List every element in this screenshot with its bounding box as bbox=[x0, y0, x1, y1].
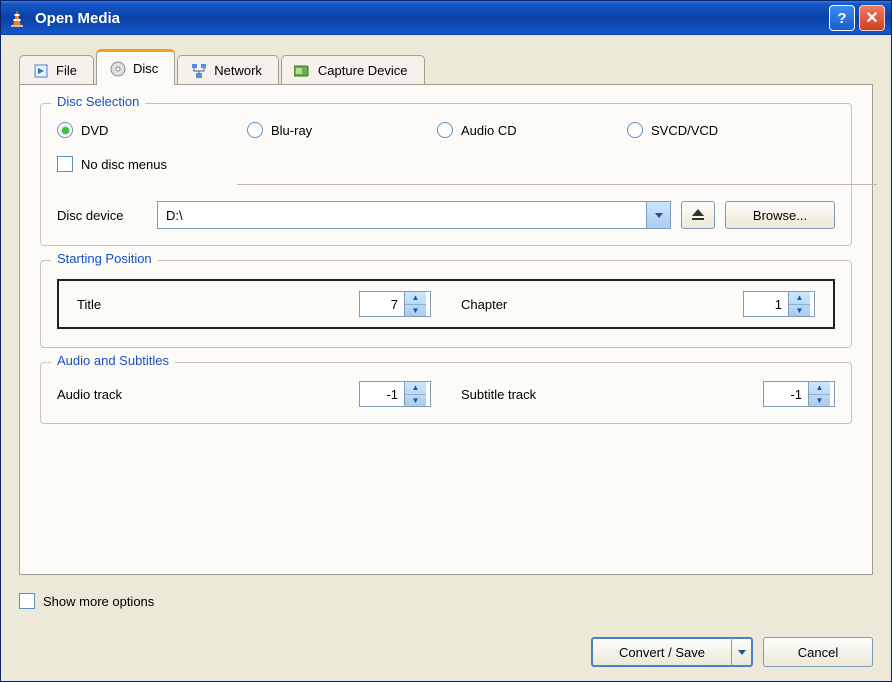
radio-bluray[interactable]: Blu-ray bbox=[247, 122, 437, 138]
vlc-cone-icon bbox=[7, 8, 27, 28]
spin-down[interactable]: ▼ bbox=[809, 395, 830, 407]
title-label: Title bbox=[77, 297, 101, 312]
titlebar: Open Media ? ✕ bbox=[1, 1, 891, 35]
disc-icon bbox=[109, 60, 127, 78]
radio-icon bbox=[57, 122, 73, 138]
close-button[interactable]: ✕ bbox=[859, 5, 885, 31]
divider bbox=[237, 184, 877, 185]
eject-button[interactable] bbox=[681, 201, 715, 229]
help-icon: ? bbox=[837, 10, 846, 27]
radio-icon bbox=[437, 122, 453, 138]
help-button[interactable]: ? bbox=[829, 5, 855, 31]
radio-svcd[interactable]: SVCD/VCD bbox=[627, 122, 817, 138]
disc-selection-group: Disc Selection DVD Blu-ray Audio CD bbox=[40, 103, 852, 246]
radio-label: Blu-ray bbox=[271, 123, 312, 138]
radio-dvd[interactable]: DVD bbox=[57, 122, 247, 138]
tab-label: Disc bbox=[133, 61, 158, 76]
close-icon: ✕ bbox=[865, 8, 878, 28]
title-spinner[interactable]: ▲ ▼ bbox=[359, 291, 431, 317]
dialog-footer: Show more options Convert / Save Cancel bbox=[1, 585, 891, 681]
browse-label: Browse... bbox=[753, 208, 807, 223]
eject-icon bbox=[691, 209, 705, 221]
audio-subtitles-group: Audio and Subtitles Audio track ▲ ▼ bbox=[40, 362, 852, 424]
tab-file[interactable]: File bbox=[19, 55, 94, 85]
convert-save-split-button: Convert / Save bbox=[591, 637, 753, 667]
disc-device-input[interactable] bbox=[158, 202, 646, 228]
chapter-label: Chapter bbox=[461, 297, 507, 312]
tab-label: Network bbox=[214, 63, 262, 78]
title-input[interactable] bbox=[360, 292, 404, 316]
show-more-options-checkbox[interactable] bbox=[19, 593, 35, 609]
subtitle-track-label: Subtitle track bbox=[461, 387, 536, 402]
radio-icon bbox=[247, 122, 263, 138]
open-media-dialog: Open Media ? ✕ File Disc bbox=[0, 0, 892, 682]
spin-up[interactable]: ▲ bbox=[405, 292, 426, 305]
spin-up[interactable]: ▲ bbox=[789, 292, 810, 305]
spin-up[interactable]: ▲ bbox=[809, 382, 830, 395]
radio-label: DVD bbox=[81, 123, 108, 138]
starting-position-group: Starting Position Title ▲ ▼ Cha bbox=[40, 260, 852, 348]
show-more-options-label: Show more options bbox=[43, 594, 154, 609]
radio-audiocd[interactable]: Audio CD bbox=[437, 122, 627, 138]
disc-device-dropdown[interactable] bbox=[646, 202, 670, 228]
audio-track-input[interactable] bbox=[360, 382, 404, 406]
tab-network[interactable]: Network bbox=[177, 55, 279, 85]
dialog-content: File Disc Network Capture Device bbox=[1, 35, 891, 585]
disc-device-combo[interactable] bbox=[157, 201, 671, 229]
no-disc-menus-checkbox[interactable] bbox=[57, 156, 73, 172]
spin-down[interactable]: ▼ bbox=[789, 305, 810, 317]
spin-down[interactable]: ▼ bbox=[405, 305, 426, 317]
group-title: Starting Position bbox=[51, 251, 158, 266]
network-icon bbox=[190, 62, 208, 80]
disc-device-label: Disc device bbox=[57, 208, 147, 223]
group-title: Audio and Subtitles bbox=[51, 353, 175, 368]
disc-panel: Disc Selection DVD Blu-ray Audio CD bbox=[19, 84, 873, 575]
browse-button[interactable]: Browse... bbox=[725, 201, 835, 229]
subtitle-track-spinner[interactable]: ▲ ▼ bbox=[763, 381, 835, 407]
window-title: Open Media bbox=[35, 10, 120, 27]
chapter-input[interactable] bbox=[744, 292, 788, 316]
tab-capture[interactable]: Capture Device bbox=[281, 55, 425, 85]
spin-down[interactable]: ▼ bbox=[405, 395, 426, 407]
cancel-label: Cancel bbox=[798, 645, 838, 660]
subtitle-track-input[interactable] bbox=[764, 382, 808, 406]
tab-row: File Disc Network Capture Device bbox=[19, 49, 873, 85]
radio-icon bbox=[627, 122, 643, 138]
convert-save-button[interactable]: Convert / Save bbox=[591, 637, 731, 667]
disc-device-row: Disc device Browse... bbox=[57, 201, 835, 229]
chapter-spinner[interactable]: ▲ ▼ bbox=[743, 291, 815, 317]
disc-type-radios: DVD Blu-ray Audio CD SVCD/VCD bbox=[57, 122, 835, 138]
convert-save-dropdown[interactable] bbox=[731, 637, 753, 667]
starting-box: Title ▲ ▼ Chapter bbox=[57, 279, 835, 329]
tab-label: Capture Device bbox=[318, 63, 408, 78]
convert-save-label: Convert / Save bbox=[619, 645, 705, 660]
radio-label: SVCD/VCD bbox=[651, 123, 718, 138]
capture-icon bbox=[294, 62, 312, 80]
spin-up[interactable]: ▲ bbox=[405, 382, 426, 395]
cancel-button[interactable]: Cancel bbox=[763, 637, 873, 667]
audio-track-label: Audio track bbox=[57, 387, 122, 402]
file-icon bbox=[32, 62, 50, 80]
chevron-down-icon bbox=[655, 213, 663, 218]
no-disc-menus-label: No disc menus bbox=[81, 157, 167, 172]
tab-disc[interactable]: Disc bbox=[96, 49, 175, 85]
audio-track-spinner[interactable]: ▲ ▼ bbox=[359, 381, 431, 407]
radio-label: Audio CD bbox=[461, 123, 517, 138]
group-title: Disc Selection bbox=[51, 94, 145, 109]
chevron-down-icon bbox=[738, 650, 746, 655]
tab-label: File bbox=[56, 63, 77, 78]
